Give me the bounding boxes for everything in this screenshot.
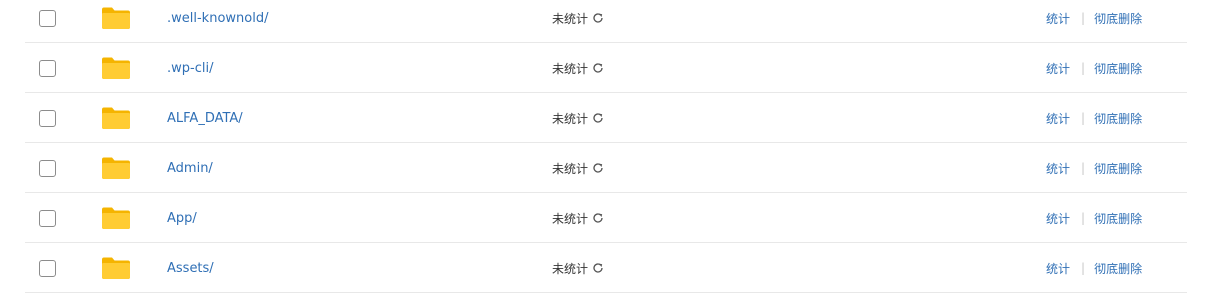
folder-icon [101,106,131,130]
action-separator: | [1081,211,1086,225]
refresh-icon[interactable] [592,162,604,174]
stat-link[interactable]: 统计 [1046,10,1070,27]
size-status: 未统计 [552,211,589,226]
action-separator: | [1081,111,1086,125]
refresh-icon[interactable] [592,212,604,224]
file-table: .well-knownold/ 未统计 统计 | 彻底删除 .wp-cli/ 未统计… [25,0,1187,293]
folder-name-link[interactable]: Assets/ [167,261,214,276]
folder-icon [101,56,131,80]
row-checkbox[interactable] [39,109,56,127]
row-checkbox[interactable] [39,9,56,27]
folder-icon [101,156,131,180]
size-status: 未统计 [552,161,589,176]
size-status: 未统计 [552,61,589,76]
stat-link[interactable]: 统计 [1046,160,1070,177]
folder-icon [101,256,131,280]
table-row: .well-knownold/ 未统计 统计 | 彻底删除 [25,0,1187,43]
refresh-icon[interactable] [592,12,604,24]
stat-link[interactable]: 统计 [1046,260,1070,277]
row-checkbox[interactable] [39,159,56,177]
folder-name-link[interactable]: Admin/ [167,161,213,176]
folder-name-link[interactable]: ALFA_DATA/ [167,111,243,126]
stat-link[interactable]: 统计 [1046,60,1070,77]
table-row: .wp-cli/ 未统计 统计 | 彻底删除 [25,43,1187,93]
refresh-icon[interactable] [592,262,604,274]
size-status: 未统计 [552,261,589,276]
delete-permanently-link[interactable]: 彻底删除 [1094,160,1142,177]
action-separator: | [1081,261,1086,275]
row-checkbox[interactable] [39,209,56,227]
action-separator: | [1081,61,1086,75]
table-row: Admin/ 未统计 统计 | 彻底删除 [25,143,1187,193]
folder-icon [101,206,131,230]
folder-name-link[interactable]: App/ [167,211,197,226]
delete-permanently-link[interactable]: 彻底删除 [1094,60,1142,77]
folder-name-link[interactable]: .wp-cli/ [167,61,213,76]
stat-link[interactable]: 统计 [1046,210,1070,227]
row-checkbox[interactable] [39,59,56,77]
delete-permanently-link[interactable]: 彻底删除 [1094,10,1142,27]
size-status: 未统计 [552,11,589,26]
delete-permanently-link[interactable]: 彻底删除 [1094,260,1142,277]
table-row: Assets/ 未统计 统计 | 彻底删除 [25,243,1187,293]
delete-permanently-link[interactable]: 彻底删除 [1094,210,1142,227]
size-status: 未统计 [552,111,589,126]
folder-icon [101,6,131,30]
refresh-icon[interactable] [592,62,604,74]
action-separator: | [1081,11,1086,25]
table-row: ALFA_DATA/ 未统计 统计 | 彻底删除 [25,93,1187,143]
row-checkbox[interactable] [39,259,56,277]
folder-name-link[interactable]: .well-knownold/ [167,11,268,26]
stat-link[interactable]: 统计 [1046,110,1070,127]
delete-permanently-link[interactable]: 彻底删除 [1094,110,1142,127]
table-row: App/ 未统计 统计 | 彻底删除 [25,193,1187,243]
action-separator: | [1081,161,1086,175]
refresh-icon[interactable] [592,112,604,124]
